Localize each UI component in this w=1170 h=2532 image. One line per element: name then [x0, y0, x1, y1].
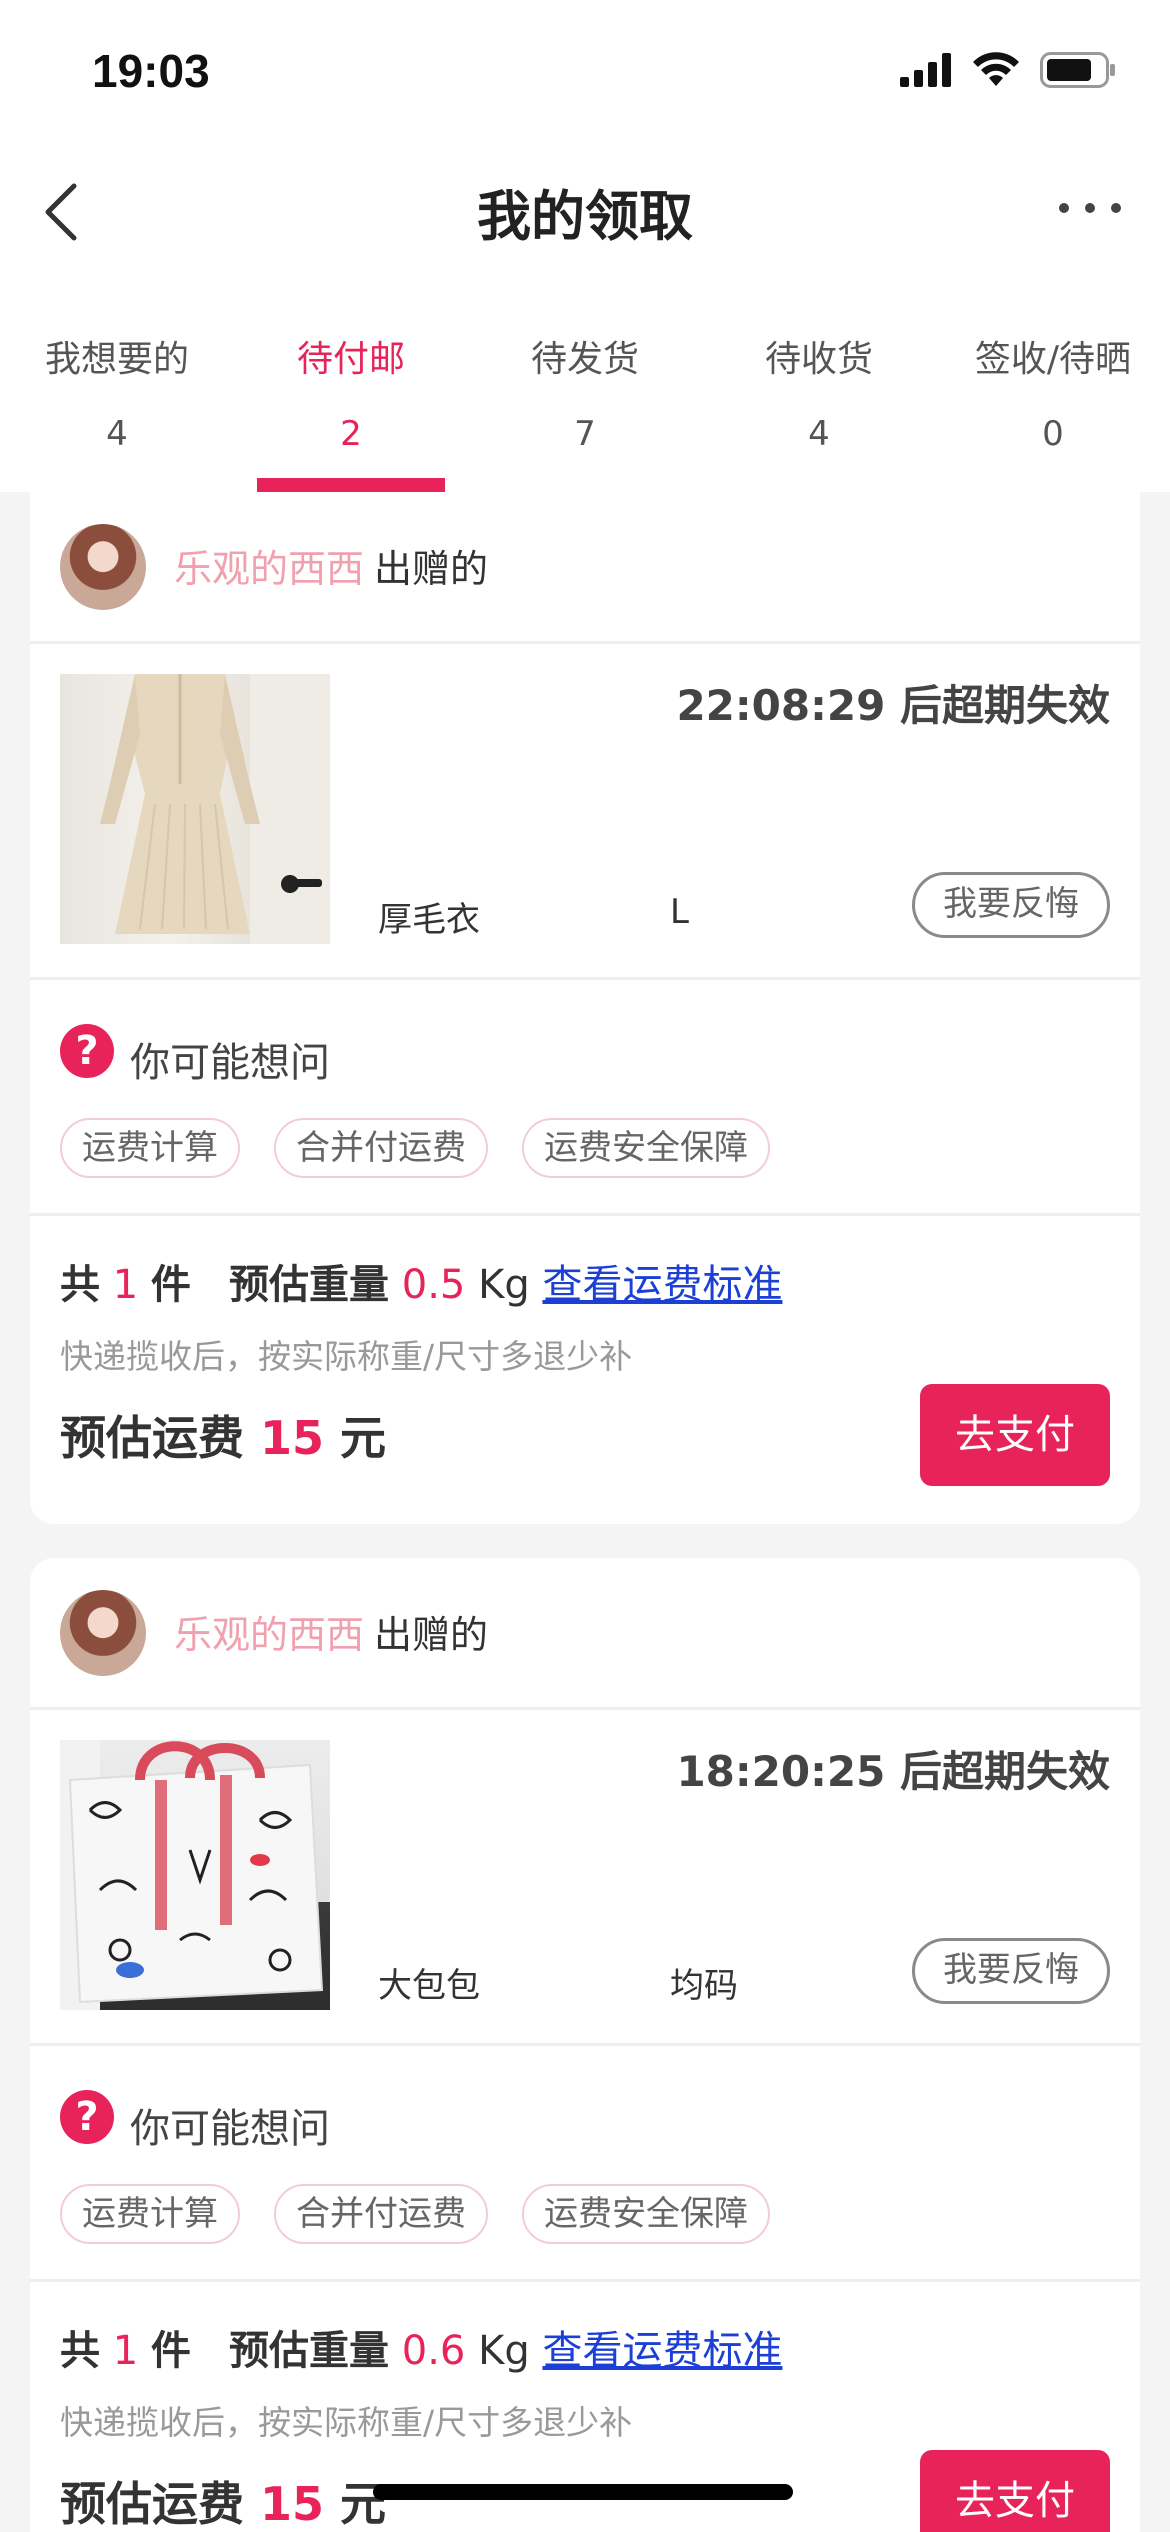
fee-label: 预估运费	[60, 1411, 244, 1465]
weight-unit: Kg	[478, 1262, 530, 1308]
donor-header: 乐观的西西 出赠的	[30, 492, 1140, 644]
pay-button[interactable]: 去支付	[920, 1384, 1110, 1486]
regret-button[interactable]: 我要反悔	[912, 872, 1110, 938]
count-suffix: 件	[150, 1262, 191, 1308]
status-icons	[900, 52, 1116, 88]
question-icon: ?	[60, 1024, 114, 1078]
item-size: 均码	[670, 1966, 738, 2006]
faq-chips: 运费计算 合并付运费 运费安全保障	[60, 2184, 770, 2244]
tab-count: 0	[1042, 414, 1064, 454]
status-tabs: 我想要的 4 待付邮 2 待发货 7 待收货 4 签收/待晒 0	[0, 270, 1170, 492]
item-count: 1	[112, 1262, 139, 1308]
tab-count: 2	[340, 414, 362, 454]
fee-unit: 元	[340, 1411, 387, 1465]
tab-label: 我想要的	[44, 339, 189, 380]
weight-label: 预估重量	[229, 1262, 390, 1308]
avatar[interactable]	[60, 524, 146, 610]
item-photo[interactable]	[60, 1740, 330, 2010]
weight-unit: Kg	[478, 2328, 530, 2374]
weight-value: 0.6	[401, 2328, 466, 2374]
avatar[interactable]	[60, 1590, 146, 1676]
item-row: 22:08:29 后超期失效 厚毛衣 L 我要反悔	[30, 644, 1140, 980]
count-suffix: 件	[150, 2328, 191, 2374]
tab-label: 签收/待晒	[974, 339, 1132, 380]
fee-value: 15	[260, 2477, 325, 2531]
tab-pending-postage[interactable]: 待付邮 2	[234, 270, 468, 492]
faq-chip[interactable]: 运费计算	[60, 2184, 240, 2244]
estimated-fee: 预估运费 15 元	[60, 1402, 386, 1468]
donor-name[interactable]: 乐观的西西	[174, 547, 364, 591]
pay-button[interactable]: 去支付	[920, 2450, 1110, 2532]
donor-line: 乐观的西西 出赠的	[174, 1604, 488, 1659]
fee-value: 15	[260, 1411, 325, 1465]
tab-count: 4	[106, 414, 128, 454]
count-prefix: 共	[60, 1262, 100, 1308]
shipping-section: 共 1 件 预估重量 0.5 Kg 查看运费标准 快递揽收后，按实际称重/尺寸多…	[30, 1216, 1140, 1524]
shipping-summary: 共 1 件 预估重量 0.5 Kg 查看运费标准	[60, 1252, 782, 1310]
donor-suffix: 出赠的	[374, 547, 489, 591]
tab-label: 待付邮	[296, 339, 405, 380]
donor-header: 乐观的西西 出赠的	[30, 1558, 1140, 1710]
faq-chips: 运费计算 合并付运费 运费安全保障	[60, 1118, 770, 1178]
donor-line: 乐观的西西 出赠的	[174, 538, 488, 593]
nav-bar: 我的领取	[0, 150, 1170, 270]
status-bar: 19:03	[0, 0, 1170, 150]
wifi-icon	[973, 52, 1019, 86]
estimated-fee: 预估运费 15 元	[60, 2468, 386, 2532]
donor-name[interactable]: 乐观的西西	[174, 1613, 364, 1657]
faq-chip[interactable]: 运费计算	[60, 1118, 240, 1178]
weight-label: 预估重量	[229, 2328, 390, 2374]
fee-label: 预估运费	[60, 2477, 244, 2531]
faq-chip[interactable]: 合并付运费	[274, 2184, 488, 2244]
battery-icon	[1040, 52, 1115, 88]
cellular-signal-icon	[900, 53, 951, 87]
item-count: 1	[112, 2328, 139, 2374]
tab-signed-review[interactable]: 签收/待晒 0	[936, 270, 1170, 492]
faq-title: 你可能想问	[130, 2106, 330, 2152]
page-title: 我的领取	[477, 185, 693, 248]
active-tab-indicator	[257, 478, 445, 492]
shipping-note: 快递揽收后，按实际称重/尺寸多退少补	[60, 1337, 633, 1376]
count-prefix: 共	[60, 2328, 100, 2374]
status-time: 19:03	[92, 45, 210, 97]
faq-chip[interactable]: 运费安全保障	[522, 2184, 770, 2244]
dress-image	[100, 674, 330, 944]
faq-title: 你可能想问	[130, 1040, 330, 1086]
home-indicator	[373, 2484, 793, 2500]
item-size: L	[670, 892, 689, 932]
item-photo[interactable]	[60, 674, 330, 944]
faq-chip[interactable]: 运费安全保障	[522, 1118, 770, 1178]
tab-count: 4	[808, 414, 830, 454]
item-name: 厚毛衣	[378, 900, 480, 940]
tab-wanted[interactable]: 我想要的 4	[0, 270, 234, 492]
shipping-note: 快递揽收后，按实际称重/尺寸多退少补	[60, 2403, 633, 2442]
fee-standard-link[interactable]: 查看运费标准	[542, 1262, 782, 1308]
shipping-summary: 共 1 件 预估重量 0.6 Kg 查看运费标准	[60, 2318, 782, 2376]
item-name: 大包包	[378, 1966, 480, 2006]
tab-count: 7	[574, 414, 596, 454]
tab-label: 待发货	[530, 339, 639, 380]
bag-image	[60, 1740, 324, 2010]
faq-section: ? 你可能想问 运费计算 合并付运费 运费安全保障	[30, 2046, 1140, 2282]
tab-pending-receipt[interactable]: 待收货 4	[702, 270, 936, 492]
item-row: 18:20:25 后超期失效 大包包 均码 我要反悔	[30, 1710, 1140, 2046]
expiry-countdown: 18:20:25 后超期失效	[676, 1747, 1110, 1796]
regret-button[interactable]: 我要反悔	[912, 1938, 1110, 2004]
expiry-countdown: 22:08:29 后超期失效	[676, 681, 1110, 730]
donor-suffix: 出赠的	[374, 1613, 489, 1657]
tab-pending-shipment[interactable]: 待发货 7	[468, 270, 702, 492]
order-card: 乐观的西西 出赠的 22:08:29 后超期失效 厚毛衣 L 我要反悔 ? 你可…	[30, 492, 1140, 1524]
question-icon: ?	[60, 2090, 114, 2144]
fee-standard-link[interactable]: 查看运费标准	[542, 2328, 782, 2374]
weight-value: 0.5	[401, 1262, 466, 1308]
more-icon[interactable]	[1050, 188, 1130, 228]
order-card: 乐观的西西 出赠的 18:20:25 后超期失效 大包包 均码 我要反悔 ? 你…	[30, 1558, 1140, 2532]
faq-section: ? 你可能想问 运费计算 合并付运费 运费安全保障	[30, 980, 1140, 1216]
tab-label: 待收货	[764, 339, 873, 380]
faq-chip[interactable]: 合并付运费	[274, 1118, 488, 1178]
